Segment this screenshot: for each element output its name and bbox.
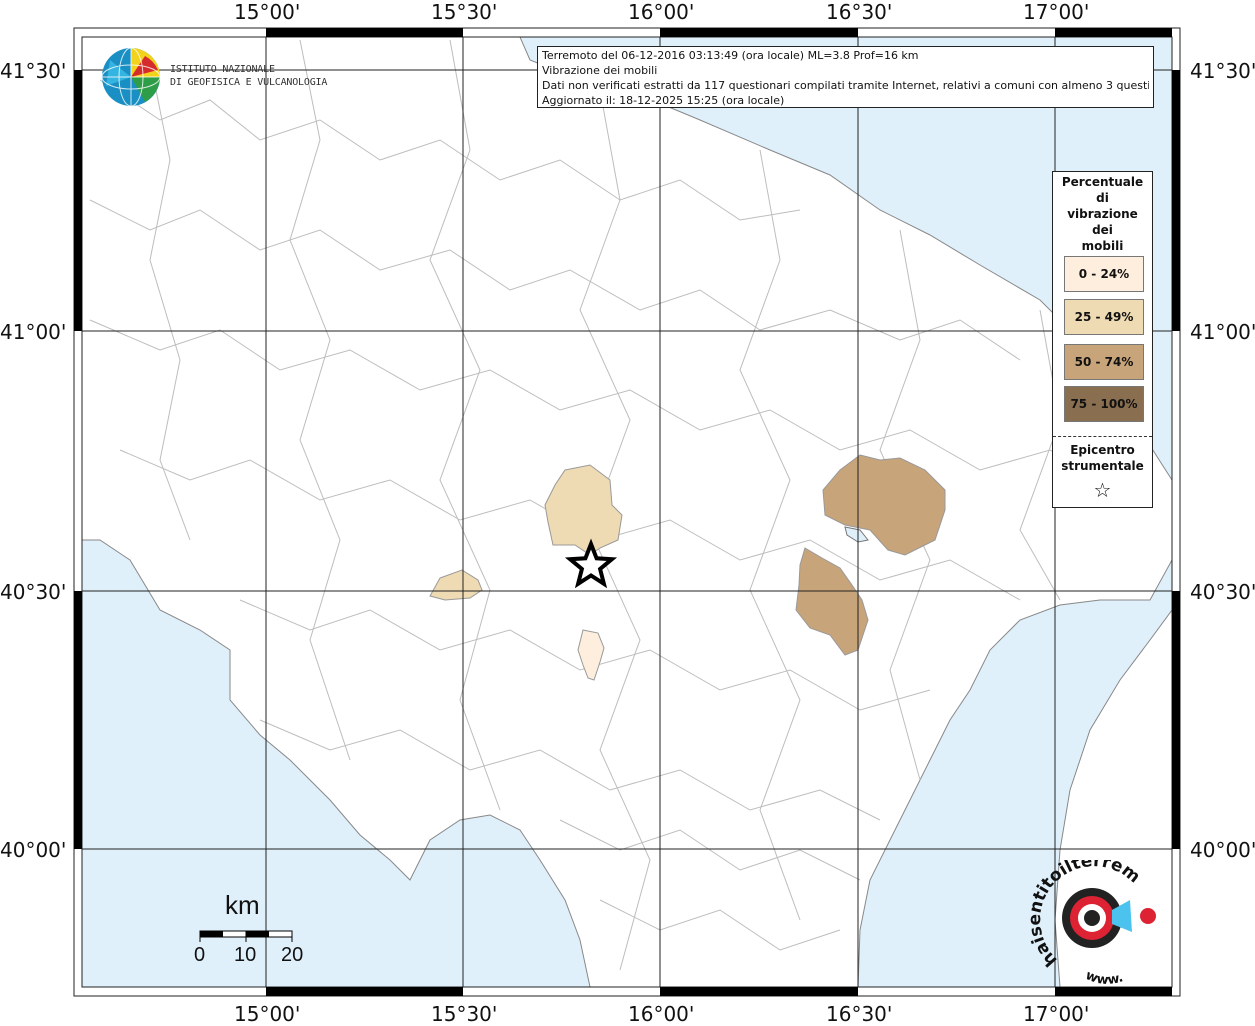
lat-tick-right: 41°00' — [1190, 320, 1255, 344]
lon-tick-bottom: 15°00' — [234, 1002, 301, 1026]
legend-epicenter-line: Epicentro — [1070, 443, 1135, 457]
svg-text:www.: www. — [1083, 968, 1125, 985]
legend-title-line: di — [1096, 191, 1109, 205]
lat-tick-right: 40°30' — [1190, 580, 1255, 604]
scale-label: 20 — [281, 944, 304, 966]
legend-box: Percentuale di vibrazione dei mobili 0 -… — [1052, 171, 1153, 508]
lon-tick-bottom: 15°30' — [431, 1002, 498, 1026]
legend-swatch-25-49: 25 - 49% — [1064, 299, 1144, 335]
legend-title-line: dei — [1092, 223, 1113, 237]
lon-tick-top: 16°00' — [628, 0, 695, 24]
lon-tick-bottom: 16°00' — [628, 1002, 695, 1026]
lon-tick-bottom: 16°30' — [826, 1002, 893, 1026]
update-timestamp: Aggiornato il: 18-12-2025 15:25 (ora loc… — [542, 94, 785, 107]
scale-label: 0 — [194, 944, 206, 966]
legend-label: 25 - 49% — [1074, 310, 1134, 324]
lat-tick-left: 40°00' — [0, 838, 67, 862]
legend-label: 0 - 24% — [1078, 267, 1130, 281]
legend-title-line: Percentuale — [1061, 175, 1144, 189]
event-title: Terremoto del 06-12-2016 03:13:49 (ora l… — [542, 49, 919, 62]
legend-title: Percentuale di vibrazione dei mobili — [1053, 174, 1152, 254]
lat-tick-right: 41°30' — [1190, 59, 1255, 83]
ingv-globe-logo-icon — [101, 47, 161, 107]
scale-unit: km — [225, 890, 260, 920]
legend-swatch-0-24: 0 - 24% — [1064, 256, 1144, 292]
data-note: Dati non verificati estratti da 117 ques… — [542, 79, 1149, 92]
lat-tick-left: 41°00' — [0, 320, 67, 344]
legend-epicenter-label: Epicentro strumentale — [1053, 442, 1152, 474]
institute-line-1: ISTITUTO NAZIONALE — [170, 64, 275, 75]
haisentito-logo-icon: haisentitoilterremoto.it www. — [1030, 860, 1156, 985]
lon-tick-top: 15°00' — [234, 0, 301, 24]
legend-star-icon: ☆ — [1093, 478, 1112, 502]
institute-line-2: DI GEOFISICA E VULCANOLOGIA — [170, 77, 328, 88]
legend-title-line: vibrazione — [1067, 207, 1138, 221]
legend-separator — [1053, 436, 1152, 437]
legend-epicenter-line: strumentale — [1061, 459, 1144, 473]
lat-tick-left: 40°30' — [0, 580, 67, 604]
legend-swatch-50-74: 50 - 74% — [1064, 344, 1144, 380]
map-subject: Vibrazione dei mobili — [542, 64, 658, 77]
lat-tick-right: 40°00' — [1190, 838, 1255, 862]
scale-label: 10 — [234, 944, 257, 966]
lon-tick-top: 17°00' — [1023, 0, 1090, 24]
lat-tick-left: 41°30' — [0, 59, 67, 83]
lon-tick-top: 15°30' — [431, 0, 498, 24]
legend-label: 75 - 100% — [1070, 397, 1138, 411]
lon-tick-bottom: 17°00' — [1023, 1002, 1090, 1026]
legend-label: 50 - 74% — [1074, 355, 1134, 369]
institute-name: ISTITUTO NAZIONALE DI GEOFISICA E VULCAN… — [170, 63, 327, 89]
legend-title-line: mobili — [1081, 239, 1124, 253]
event-info-box: Terremoto del 06-12-2016 03:13:49 (ora l… — [537, 46, 1154, 108]
brand-www: www. — [1083, 968, 1125, 985]
lon-tick-top: 16°30' — [826, 0, 893, 24]
legend-swatch-75-100: 75 - 100% — [1064, 386, 1144, 422]
